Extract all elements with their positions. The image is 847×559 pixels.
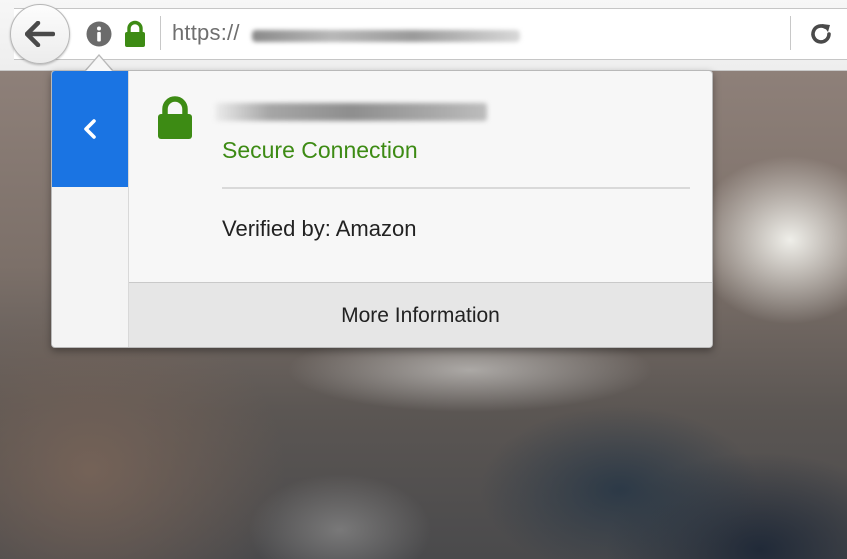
reload-divider (790, 16, 791, 50)
secure-connection-label: Secure Connection (222, 137, 418, 163)
more-information-button[interactable]: More Information (129, 282, 712, 347)
site-info-button[interactable] (86, 21, 112, 47)
host-redacted (215, 103, 487, 121)
section-divider (222, 187, 690, 189)
lock-icon (125, 20, 145, 47)
identity-popup: Secure Connection Verified by: Amazon Mo… (51, 70, 713, 348)
info-icon (86, 21, 112, 47)
browser-toolbar: https:// (0, 0, 847, 71)
back-button[interactable] (10, 4, 70, 64)
popup-main: Secure Connection Verified by: Amazon Mo… (129, 71, 712, 347)
url-prefix: https:// (172, 20, 240, 45)
reload-button[interactable] (806, 19, 836, 49)
popup-back-button[interactable] (52, 71, 128, 187)
reload-icon (811, 24, 831, 44)
popup-arrow (86, 56, 112, 71)
lock-icon (158, 96, 192, 139)
verified-by-label: Verified by: Amazon (222, 216, 417, 241)
arrow-left-icon (25, 21, 55, 47)
chevron-left-icon (84, 119, 96, 139)
popup-sidebar (52, 71, 129, 347)
url-redacted (252, 30, 520, 42)
url-divider (160, 16, 161, 50)
